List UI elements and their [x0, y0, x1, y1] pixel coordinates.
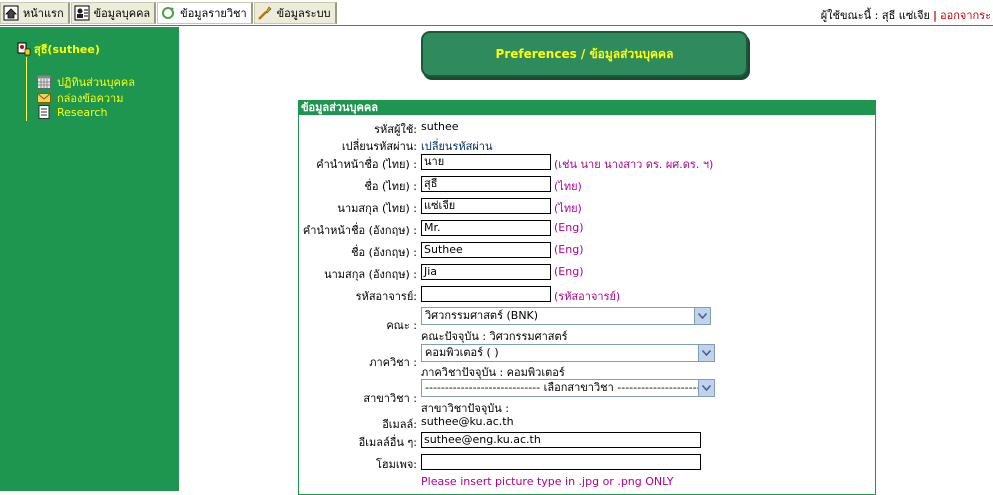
chevron-down-icon — [698, 380, 714, 396]
major-label: สาขาวิชา : — [363, 392, 417, 405]
tab-home-label: หน้าแรก — [23, 7, 64, 20]
first-th-hint: (ไทย) — [554, 180, 582, 193]
title-th-label: คำนำหน้าชื่อ (ไทย) : — [316, 158, 417, 171]
tools-icon — [257, 5, 273, 21]
current-user-info: ผู้ใช้ขณะนี้ : สุธี แซ่เจีย | ออกจากระ — [821, 6, 991, 24]
preferences-header: Preferences / ข้อมูลส่วนบุคคล — [421, 31, 748, 77]
section-title: ข้อมูลส่วนบุคคล — [299, 100, 875, 115]
last-th-label: นามสกุล (ไทย) : — [337, 202, 417, 215]
other-email-input[interactable]: suthee@eng.ku.ac.th — [421, 432, 701, 448]
last-en-label: นามสกุล (อังกฤษ) : — [324, 268, 417, 281]
username-value: suthee — [421, 120, 459, 133]
sidebar-user[interactable]: สุธี(suthee) — [17, 40, 100, 58]
title-th-input[interactable]: นาย — [421, 154, 551, 170]
sidebar-item-research[interactable]: Research — [37, 105, 107, 119]
chevron-down-icon — [694, 308, 710, 324]
first-en-hint: (Eng) — [554, 243, 584, 256]
calendar-icon — [37, 75, 51, 89]
sidebar: สุธี(suthee) ปฏิทินส่วนบุคคล กล่องข้อควา… — [0, 27, 179, 491]
username-label: รหัสผู้ใช้: — [374, 123, 417, 136]
first-en-input[interactable]: Suthee — [421, 242, 551, 258]
sidebar-tree-line — [26, 57, 28, 121]
current-user-text: ผู้ใช้ขณะนี้ : สุธี แซ่เจีย — [820, 9, 930, 22]
sidebar-item-research-label: Research — [57, 105, 108, 119]
homepage-label: โฮมเพจ: — [375, 458, 417, 471]
sidebar-user-label: สุธี(suthee) — [34, 43, 100, 56]
tab-system[interactable]: ข้อมูลระบบ — [253, 2, 337, 24]
tab-home[interactable]: หน้าแรก — [0, 2, 70, 24]
first-th-label: ชื่อ (ไทย) : — [364, 180, 417, 193]
tab-personal[interactable]: ข้อมูลบุคคล — [70, 2, 157, 24]
title-th-hint: (เช่น นาย นางสาว ดร. ผศ.ดร. ฯ) — [554, 158, 714, 171]
teacher-code-hint: (รหัสอาจารย์) — [554, 290, 621, 303]
major-select-value: ----------------------------- เลือกสาขาว… — [425, 381, 715, 394]
last-en-input[interactable]: Jia — [421, 264, 551, 280]
page-title: Preferences / ข้อมูลส่วนบุคคล — [495, 46, 674, 61]
other-email-label: อีเมลล์อื่น ๆ: — [358, 436, 417, 449]
title-en-hint: (Eng) — [554, 221, 584, 234]
top-bar: หน้าแรก ข้อมูลบุคคล ข้อมูลรายวิชา ข้อมูล… — [0, 0, 993, 26]
last-th-input[interactable]: แซ่เจีย — [421, 198, 551, 214]
email-label: อีเมลล์: — [382, 418, 417, 431]
faculty-label: คณะ : — [386, 319, 417, 332]
personal-info-panel: ข้อมูลส่วนบุคคล รหัสผู้ใช้: suthee เปลี่… — [298, 100, 876, 495]
department-select-value: คอมพิวเตอร์ ( ) — [425, 346, 499, 359]
home-icon — [3, 5, 19, 21]
document-icon — [37, 105, 51, 119]
user-tree-icon — [17, 42, 31, 56]
department-label: ภาควิชา : — [369, 356, 417, 369]
password-label: เปลี่ยนรหัสผ่าน: — [341, 140, 417, 153]
homepage-input[interactable] — [421, 454, 701, 470]
course-icon — [160, 5, 176, 21]
last-en-hint: (Eng) — [554, 265, 584, 278]
tab-personal-label: ข้อมูลบุคคล — [93, 7, 151, 20]
person-card-icon — [74, 5, 90, 21]
teacher-code-label: รหัสอาจารย์: — [355, 290, 417, 303]
picture-note: Please insert picture type in .jpg or .p… — [421, 475, 674, 488]
chevron-down-icon — [698, 345, 714, 361]
email-value: suthee@ku.ac.th — [421, 415, 514, 428]
title-en-label: คำนำหน้าชื่อ (อังกฤษ) : — [302, 224, 417, 237]
title-en-input[interactable]: Mr. — [421, 220, 551, 236]
tab-course[interactable]: ข้อมูลรายวิชา — [157, 2, 253, 24]
first-th-input[interactable]: สุธี — [421, 176, 551, 192]
teacher-code-input[interactable] — [421, 286, 551, 302]
mail-icon — [37, 91, 51, 105]
department-select[interactable]: คอมพิวเตอร์ ( ) — [421, 344, 715, 362]
faculty-current: คณะปัจจุบัน : วิศวกรรมศาสตร์ — [421, 330, 568, 343]
main-tabs: หน้าแรก ข้อมูลบุคคล ข้อมูลรายวิชา ข้อมูล… — [0, 2, 338, 24]
major-select[interactable]: ----------------------------- เลือกสาขาว… — [421, 379, 715, 397]
tab-course-label: ข้อมูลรายวิชา — [180, 7, 247, 20]
user-info-separator: | — [932, 9, 938, 22]
tab-system-label: ข้อมูลระบบ — [276, 7, 331, 20]
change-password-link[interactable]: เปลี่ยนรหัสผ่าน — [421, 137, 492, 155]
last-th-hint: (ไทย) — [554, 202, 582, 215]
logout-link[interactable]: ออกจากระ — [940, 9, 991, 22]
faculty-select-value: วิศวกรรมศาสตร์ (BNK) — [425, 309, 539, 322]
faculty-select[interactable]: วิศวกรรมศาสตร์ (BNK) — [421, 307, 711, 325]
first-en-label: ชื่อ (อังกฤษ) : — [351, 246, 417, 259]
